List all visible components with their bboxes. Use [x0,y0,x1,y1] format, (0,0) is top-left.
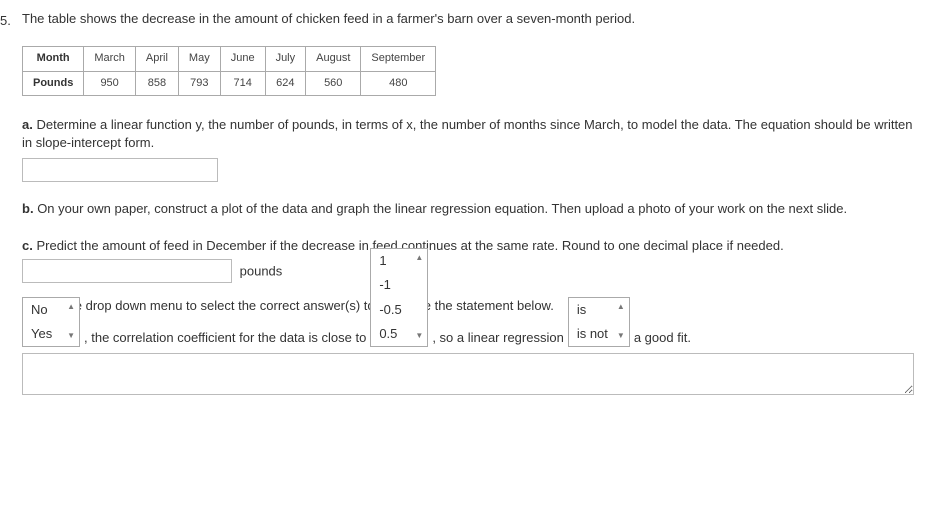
cell: September [361,47,436,71]
cell: 793 [178,71,220,95]
dropdown-isnot-wrap[interactable]: ▲ is is not ▼ [568,325,630,347]
part-c-unit: pounds [240,263,283,278]
row-header-month: Month [23,47,84,71]
data-table: Month March April May June July August S… [22,46,436,96]
part-a-input[interactable] [22,158,218,182]
completion-sentence: ▲ No Yes ▼ , the correlation coefficient… [22,325,924,347]
dropdown-yesno-menu[interactable]: ▲ No Yes ▼ [22,297,80,347]
dropdown-coeff-menu[interactable]: ▲ 1 -1 -0.5 0.5 ▼ [370,248,428,347]
intro-text: The table shows the decrease in the amou… [22,10,924,28]
chevron-down-icon: ▼ [67,330,75,341]
chevron-up-icon: ▲ [617,301,625,312]
part-b-label: b. [22,201,34,216]
dropdown-option[interactable]: -0.5 [371,298,427,322]
question-number: 5. [0,10,18,30]
cell: June [220,47,265,71]
part-d: d. Use the drop down menu to select the … [22,297,924,315]
cell: July [265,47,306,71]
part-b: b. On your own paper, construct a plot o… [22,200,924,218]
part-c-input[interactable] [22,259,232,283]
cell: 560 [306,71,361,95]
cell: 950 [84,71,136,95]
cell: 624 [265,71,306,95]
part-d-text: Use the drop down menu to select the cor… [37,298,554,313]
part-a: a. Determine a linear function y, the nu… [22,116,924,182]
dropdown-option[interactable]: -1 [371,273,427,297]
cell: May [178,47,220,71]
dropdown-coeff-wrap[interactable]: ▲ 1 -1 -0.5 0.5 ▼ [370,325,428,347]
cell: March [84,47,136,71]
question-content: The table shows the decrease in the amou… [22,10,924,400]
chevron-up-icon: ▲ [67,301,75,312]
explanation-textarea[interactable] [22,353,914,395]
sentence-seg2: , so a linear regression [432,329,564,347]
dropdown-yesno-wrap[interactable]: ▲ No Yes ▼ [22,325,80,347]
part-c: c. Predict the amount of feed in Decembe… [22,237,924,283]
cell: August [306,47,361,71]
sentence-seg1: , the correlation coefficient for the da… [84,329,366,347]
chevron-up-icon: ▲ [415,252,423,263]
chevron-down-icon: ▼ [415,330,423,341]
sentence-seg3: a good fit. [634,329,691,347]
table-row: Pounds 950 858 793 714 624 560 480 [23,71,436,95]
cell: 858 [135,71,178,95]
part-c-label: c. [22,238,33,253]
chevron-down-icon: ▼ [617,330,625,341]
table-row: Month March April May June July August S… [23,47,436,71]
cell: 480 [361,71,436,95]
part-b-text: On your own paper, construct a plot of t… [37,201,847,216]
dropdown-isnot-menu[interactable]: ▲ is is not ▼ [568,297,630,347]
row-header-pounds: Pounds [23,71,84,95]
cell: April [135,47,178,71]
part-a-label: a. [22,117,33,132]
cell: 714 [220,71,265,95]
part-a-text: Determine a linear function y, the numbe… [22,117,913,150]
